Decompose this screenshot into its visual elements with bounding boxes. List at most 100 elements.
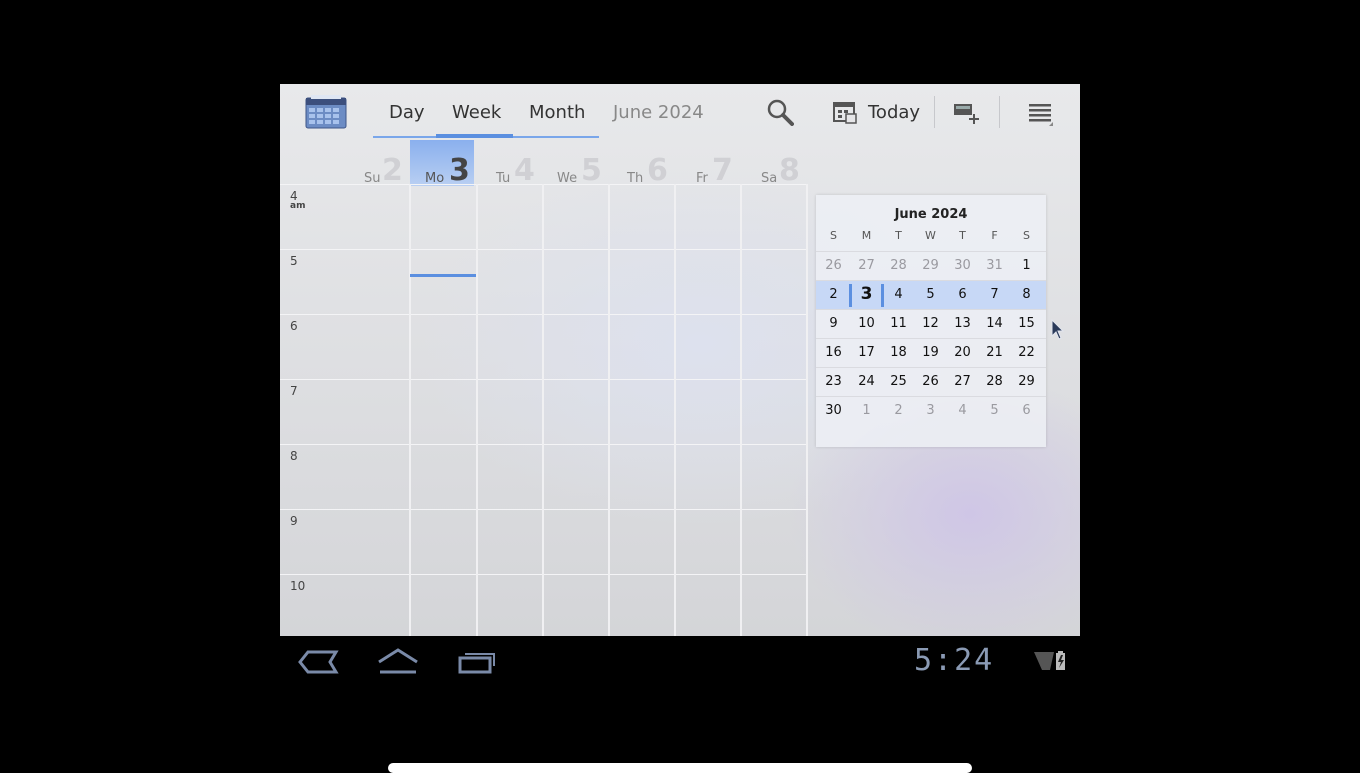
tab-week[interactable]: Week [452, 102, 501, 124]
tab-month[interactable]: Month [529, 102, 585, 124]
mini-calendar-day[interactable]: 9 [817, 316, 850, 331]
mini-calendar-week[interactable]: 26 27 28 29 30 31 1 [816, 251, 1046, 281]
current-month-label: June 2024 [613, 102, 704, 123]
overflow-menu-icon[interactable] [1026, 98, 1054, 126]
mini-calendar-day[interactable]: 12 [914, 316, 947, 331]
mini-calendar-day[interactable]: 5 [978, 403, 1011, 418]
back-icon[interactable] [296, 646, 340, 678]
mini-calendar-day[interactable]: 31 [978, 258, 1011, 273]
day-number: 3 [449, 153, 470, 188]
day-number: 8 [779, 153, 800, 188]
day-column-divider [608, 184, 610, 636]
week-grid[interactable]: 4 am 5 6 7 8 9 10 [280, 184, 808, 636]
mini-calendar-day[interactable]: 3 [914, 403, 947, 418]
hour-row[interactable]: 6 [280, 314, 808, 380]
hour-label: 10 [290, 579, 306, 593]
divider [999, 96, 1000, 128]
mini-calendar-day[interactable]: 1 [1010, 258, 1043, 273]
divider [934, 96, 935, 128]
hour-row[interactable]: 5 [280, 249, 808, 315]
mini-calendar-day[interactable]: 18 [882, 345, 915, 360]
mini-calendar-day[interactable]: 6 [946, 287, 979, 302]
weekday-label: S [830, 229, 837, 242]
day-column-divider [740, 184, 742, 636]
mini-calendar-day[interactable]: 5 [914, 287, 947, 302]
mini-calendar-day[interactable]: 17 [850, 345, 883, 360]
calendar-app-icon[interactable] [305, 95, 347, 129]
day-number: 5 [581, 153, 602, 188]
weekday-label: T [959, 229, 966, 242]
mini-calendar-day[interactable]: 29 [914, 258, 947, 273]
mini-calendar-day[interactable]: 28 [978, 374, 1011, 389]
mini-calendar-day[interactable]: 27 [850, 258, 883, 273]
mini-calendar-week[interactable]: 16 17 18 19 20 21 22 [816, 338, 1046, 368]
mini-calendar-day[interactable]: 14 [978, 316, 1011, 331]
mouse-cursor-icon [1051, 318, 1065, 341]
hour-row[interactable]: 7 [280, 379, 808, 445]
mini-calendar-day[interactable]: 2 [882, 403, 915, 418]
mini-calendar-day[interactable]: 4 [946, 403, 979, 418]
mini-calendar-day[interactable]: 28 [882, 258, 915, 273]
hour-label: 9 [290, 514, 298, 528]
recent-apps-icon[interactable] [456, 646, 500, 678]
mini-calendar-day[interactable]: 26 [817, 258, 850, 273]
mini-calendar-day[interactable]: 24 [850, 374, 883, 389]
mini-calendar-day[interactable]: 22 [1010, 345, 1043, 360]
today-button[interactable]: Today [868, 102, 920, 124]
day-header-saturday[interactable]: Sa 8 [761, 146, 803, 188]
mini-calendar-day[interactable]: 11 [882, 316, 915, 331]
mini-calendar-day[interactable]: 15 [1010, 316, 1043, 331]
mini-calendar-day[interactable]: 4 [882, 287, 915, 302]
mini-calendar-day[interactable]: 6 [1010, 403, 1043, 418]
mini-calendar-day[interactable]: 25 [882, 374, 915, 389]
mini-calendar-day[interactable]: 8 [1010, 287, 1043, 302]
hour-row[interactable]: 8 [280, 444, 808, 510]
mini-calendar-week[interactable]: 2345678 [816, 280, 1046, 310]
calendar-today-icon[interactable] [831, 98, 859, 126]
day-header-sunday[interactable]: Su 2 [364, 146, 406, 188]
mini-calendar-week[interactable]: 23 24 25 26 27 28 29 [816, 367, 1046, 397]
search-icon[interactable] [766, 98, 794, 126]
new-event-icon[interactable] [952, 98, 980, 126]
mini-calendar-day[interactable]: 26 [914, 374, 947, 389]
day-header-monday[interactable]: Mo 3 [425, 146, 475, 188]
mini-calendar-week[interactable]: 9 10 11 12 13 14 15 [816, 309, 1046, 339]
hour-label: 7 [290, 384, 298, 398]
mini-calendar-day[interactable]: 23 [817, 374, 850, 389]
mini-calendar-today[interactable]: 3 [850, 284, 883, 304]
tab-selected-indicator [436, 134, 513, 138]
hour-label: 8 [290, 449, 298, 463]
hour-row[interactable]: 9 [280, 509, 808, 575]
mini-calendar-day[interactable]: 10 [850, 316, 883, 331]
mini-calendar-day[interactable]: 27 [946, 374, 979, 389]
hour-row[interactable]: 10 [280, 574, 808, 636]
am-label: am [290, 201, 306, 211]
action-bar: Day Week Month June 2024 Today [280, 84, 1080, 140]
day-number: 2 [382, 153, 403, 188]
mini-calendar-day[interactable]: 16 [817, 345, 850, 360]
mini-month-calendar: June 2024 S M T W T F S 26 27 28 29 30 31 1 2 3 4… [816, 195, 1046, 447]
home-icon[interactable] [376, 646, 420, 678]
mini-calendar-day[interactable]: 30 [946, 258, 979, 273]
mini-calendar-day[interactable]: 30 [817, 403, 850, 418]
mini-calendar-day[interactable]: 20 [946, 345, 979, 360]
mini-calendar-week[interactable]: 30 1 2 3 4 5 6 [816, 396, 1046, 426]
mini-calendar-day[interactable]: 19 [914, 345, 947, 360]
mini-calendar-day[interactable]: 29 [1010, 374, 1043, 389]
day-header-tuesday[interactable]: Tu 4 [496, 146, 538, 188]
hour-label: 6 [290, 319, 298, 333]
mini-calendar-day[interactable]: 21 [978, 345, 1011, 360]
day-header-wednesday[interactable]: We 5 [557, 146, 603, 188]
bottom-handle [388, 763, 972, 773]
day-header-thursday[interactable]: Th 6 [627, 146, 669, 188]
mini-calendar-day[interactable]: 13 [946, 316, 979, 331]
day-header-friday[interactable]: Fr 7 [696, 146, 738, 188]
mini-calendar-day[interactable]: 1 [850, 403, 883, 418]
mini-calendar-day[interactable]: 2 [817, 287, 850, 302]
day-number: 6 [647, 153, 668, 188]
day-column-divider [674, 184, 676, 636]
tab-day[interactable]: Day [389, 102, 425, 124]
mini-calendar-day[interactable]: 7 [978, 287, 1011, 302]
hour-row[interactable]: 4 am [280, 184, 808, 250]
day-column-divider [806, 184, 808, 636]
